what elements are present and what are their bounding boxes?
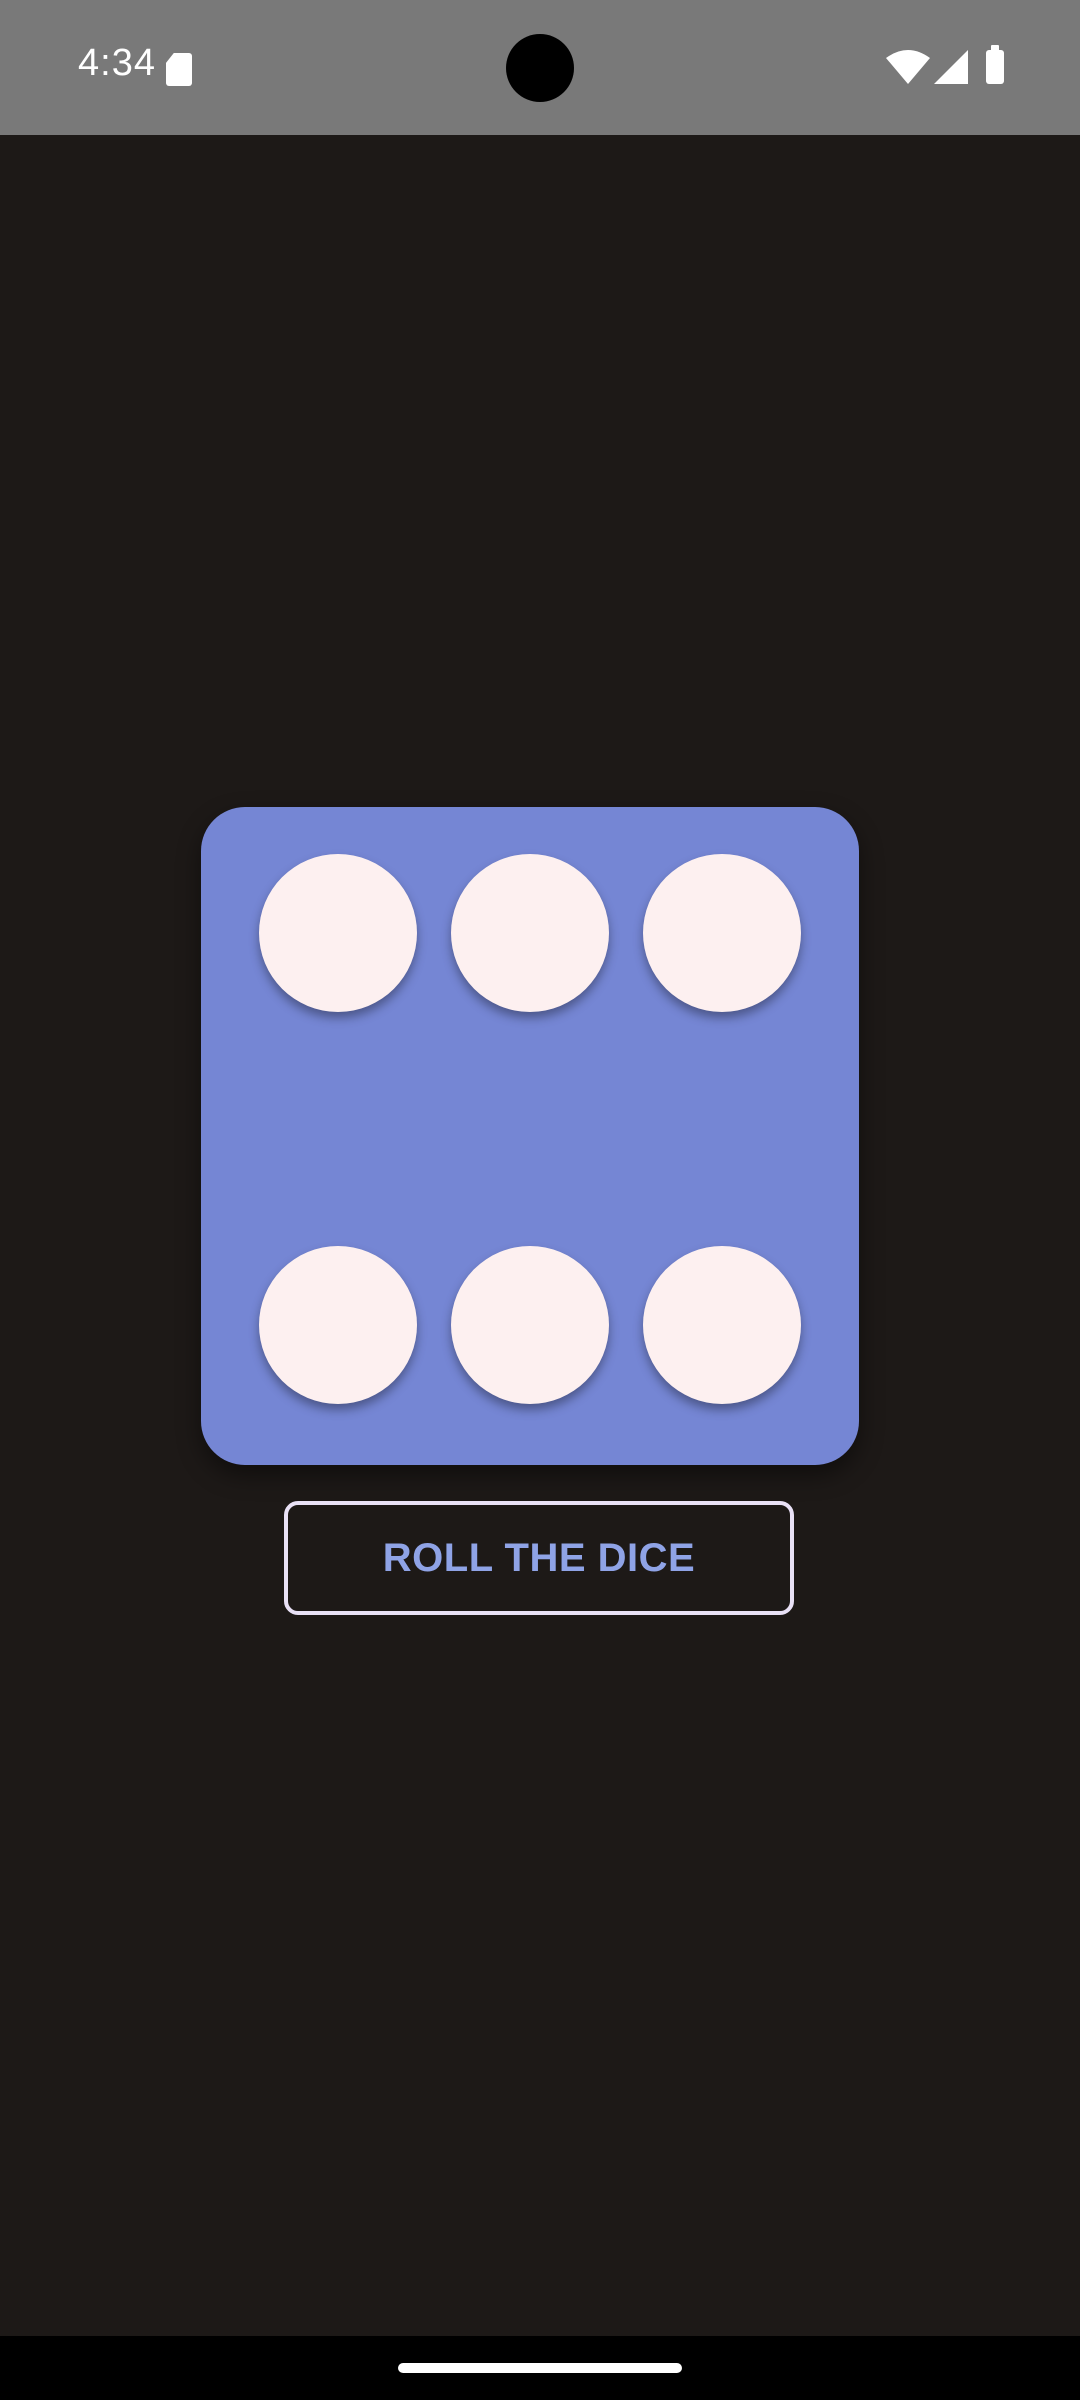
camera-cutout — [506, 34, 574, 102]
battery-icon — [986, 45, 1004, 84]
dice-pip — [451, 854, 609, 1012]
dice-pip — [259, 854, 417, 1012]
dice-face — [201, 807, 859, 1465]
status-bar: 4:34 — [0, 0, 1080, 135]
dice-pip — [643, 1246, 801, 1404]
sd-card-icon — [166, 53, 192, 86]
home-gesture-handle[interactable] — [398, 2363, 682, 2373]
signal-icon — [934, 50, 968, 84]
roll-dice-button[interactable]: ROLL THE DICE — [284, 1501, 794, 1615]
dice-pip — [259, 1246, 417, 1404]
wifi-icon — [886, 50, 930, 84]
status-time: 4:34 — [78, 42, 156, 84]
dice-pip — [451, 1246, 609, 1404]
dice-pip — [643, 854, 801, 1012]
